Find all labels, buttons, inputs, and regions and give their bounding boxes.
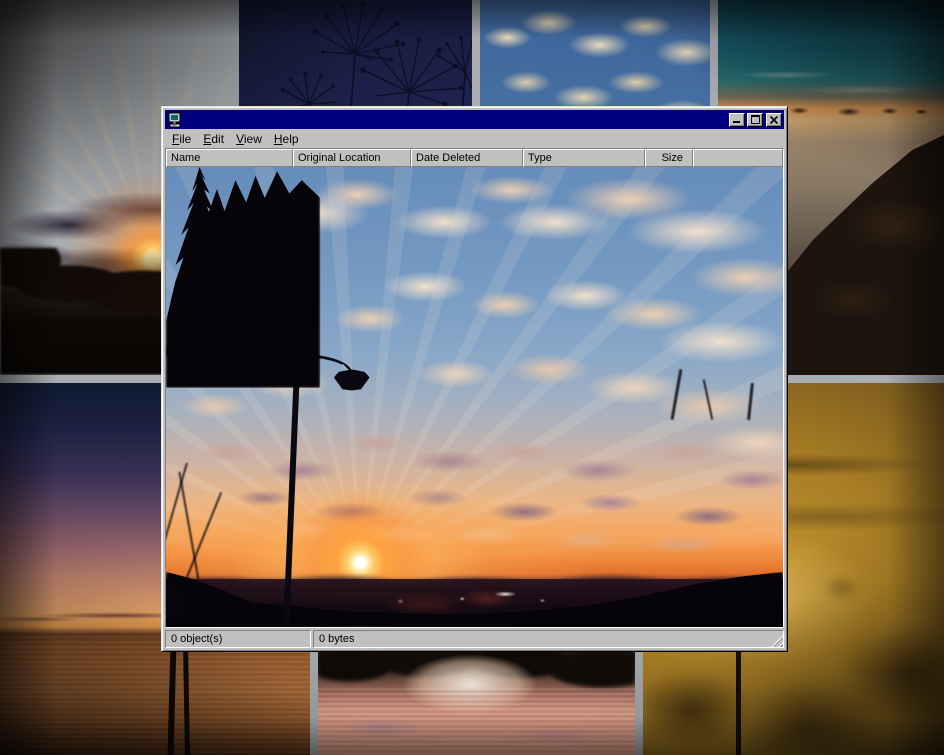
computer-icon[interactable] bbox=[167, 112, 183, 128]
photo-left-branches bbox=[166, 507, 194, 627]
minimize-button[interactable] bbox=[729, 113, 745, 127]
column-header-size[interactable]: Size bbox=[645, 149, 693, 167]
maximize-icon bbox=[751, 115, 760, 124]
menu-bar: File Edit View Help bbox=[165, 129, 784, 148]
recycle-bin-window: File Edit View Help Name Original Locati… bbox=[161, 106, 788, 652]
minimize-icon bbox=[733, 121, 740, 123]
column-header-date-deleted[interactable]: Date Deleted bbox=[411, 149, 523, 167]
menu-edit[interactable]: Edit bbox=[197, 130, 230, 148]
lagoon-water-ripples bbox=[0, 636, 310, 755]
status-byte-count: 0 bytes bbox=[313, 630, 784, 648]
reflection-ripples bbox=[318, 688, 635, 755]
column-header-name[interactable]: Name bbox=[166, 149, 293, 167]
close-icon bbox=[770, 116, 778, 124]
menu-view[interactable]: View bbox=[230, 130, 268, 148]
column-header-filler[interactable] bbox=[693, 149, 783, 167]
maximize-button[interactable] bbox=[747, 113, 763, 127]
file-list-view: Name Original Location Date Deleted Type… bbox=[165, 148, 784, 628]
status-object-count: 0 object(s) bbox=[165, 630, 311, 648]
menu-help[interactable]: Help bbox=[268, 130, 305, 148]
column-header-original-location[interactable]: Original Location bbox=[293, 149, 411, 167]
status-bar: 0 object(s) 0 bytes bbox=[165, 630, 784, 648]
column-headers: Name Original Location Date Deleted Type… bbox=[166, 149, 783, 167]
column-header-type[interactable]: Type bbox=[523, 149, 645, 167]
close-button[interactable] bbox=[766, 113, 782, 127]
desktop: File Edit View Help Name Original Locati… bbox=[0, 0, 944, 755]
list-viewport-sunset-photo[interactable] bbox=[166, 167, 783, 627]
title-bar[interactable] bbox=[165, 110, 784, 129]
menu-file[interactable]: File bbox=[166, 130, 197, 148]
